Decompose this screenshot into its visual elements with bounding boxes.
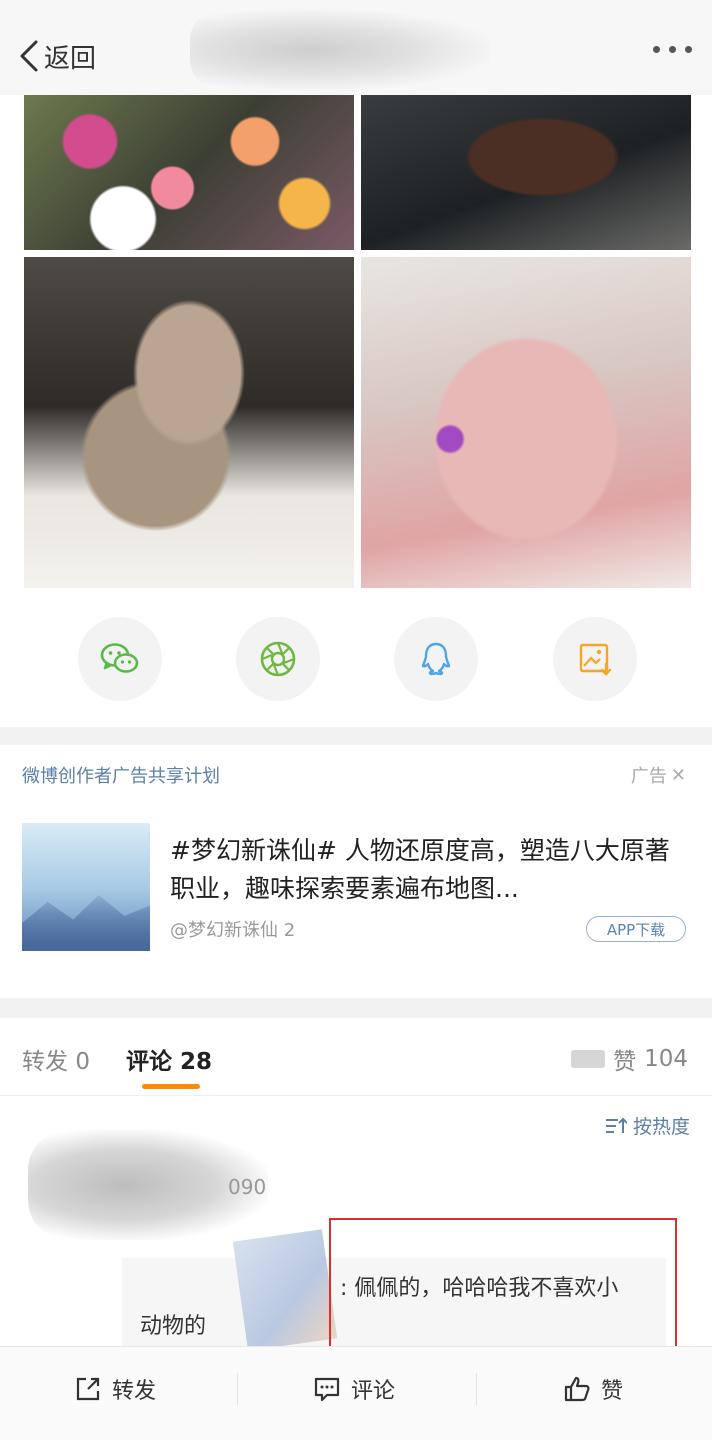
qq-icon xyxy=(421,642,451,676)
ad-close-button[interactable]: 广告 ✕ xyxy=(631,762,686,788)
thumbs-up-icon xyxy=(564,1376,590,1402)
wechat-icon xyxy=(100,643,139,673)
blurred-title xyxy=(190,10,490,90)
sort-icon xyxy=(605,1117,627,1133)
more-options-icon[interactable] xyxy=(653,46,692,53)
ad-tag-label: 广告 xyxy=(630,766,667,787)
sort-by-hot-button[interactable]: 按热度 xyxy=(605,1112,690,1139)
share-wechat-button[interactable] xyxy=(78,617,162,701)
save-image-button[interactable] xyxy=(553,617,637,701)
share-moments-button[interactable] xyxy=(236,617,320,701)
ad-thumbnail[interactable] xyxy=(22,823,150,951)
comment-button[interactable]: 评论 xyxy=(313,1373,395,1405)
section-divider xyxy=(0,998,712,1018)
comment-icon xyxy=(314,1377,340,1402)
chevron-left-icon xyxy=(20,40,38,72)
repost-button[interactable]: 转发 xyxy=(74,1373,156,1405)
ad-title[interactable]: #梦幻新诛仙# 人物还原度高，塑造八大原著职业，趣味探索要素遍布地图... xyxy=(170,832,680,908)
highlight-annotation xyxy=(329,1218,677,1360)
like-button[interactable]: 赞 xyxy=(563,1373,623,1405)
reply-text-line2: 动物的 xyxy=(140,1314,207,1339)
share-out-icon xyxy=(76,1377,100,1401)
ad-program-label: 微博创作者广告共享计划 xyxy=(22,766,220,787)
bottom-action-bar: 转发 评论 赞 xyxy=(0,1346,712,1440)
save-image-icon xyxy=(579,643,612,676)
photo-grid xyxy=(24,95,691,588)
blurred-username xyxy=(571,1050,606,1068)
active-tab-indicator xyxy=(142,1084,200,1089)
blurred-avatar xyxy=(232,1229,338,1351)
comment-number-fragment: 090 xyxy=(228,1175,267,1199)
separator xyxy=(476,1373,477,1405)
photo-cat[interactable] xyxy=(24,257,354,588)
tab-like[interactable]: 赞 104 xyxy=(571,1042,688,1076)
photo-bath[interactable] xyxy=(361,257,691,588)
separator xyxy=(237,1373,238,1405)
section-divider xyxy=(0,727,712,745)
sort-label: 按热度 xyxy=(632,1116,690,1138)
close-icon: ✕ xyxy=(670,764,686,786)
app-download-button[interactable]: APP下载 xyxy=(586,916,686,942)
share-qq-button[interactable] xyxy=(394,617,478,701)
top-bar: 返回 xyxy=(0,0,712,95)
moments-icon xyxy=(260,641,296,677)
tab-repost[interactable]: 转发 0 xyxy=(22,1042,90,1076)
interaction-tabs: 转发 0 评论 28 赞 104 xyxy=(0,1018,712,1096)
tab-comment[interactable]: 评论 28 xyxy=(126,1042,212,1076)
back-label: 返回 xyxy=(44,43,97,74)
back-button[interactable]: 返回 xyxy=(18,36,96,76)
ad-source[interactable]: @梦幻新诛仙 2 xyxy=(170,916,295,942)
photo-person[interactable] xyxy=(361,95,691,250)
photo-flowers[interactable] xyxy=(24,95,354,250)
